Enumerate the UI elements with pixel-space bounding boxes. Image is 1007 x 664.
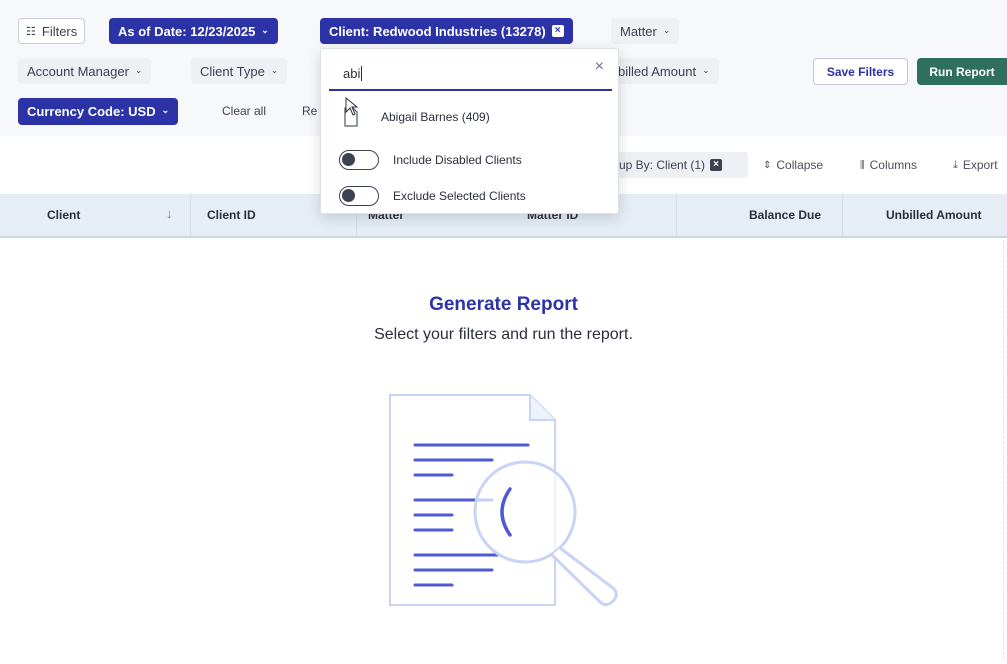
as-of-date-chip[interactable]: As of Date: 12/23/2025 ⌄: [109, 18, 278, 44]
collapse-icon: ⇕: [763, 159, 772, 171]
empty-state-title: Generate Report: [429, 294, 578, 315]
exclude-selected-row: Exclude Selected Clients: [339, 184, 526, 208]
magnifier-handle: [550, 546, 618, 607]
unbilled-amount-label: billed Amount: [618, 63, 697, 79]
search-value: abi: [343, 65, 361, 81]
column-header-label: Client: [47, 208, 81, 222]
exclude-selected-label: Exclude Selected Clients: [393, 189, 526, 203]
mouse-cursor-icon: [345, 97, 359, 116]
column-header-client[interactable]: Client: [47, 194, 80, 236]
document-fold: [529, 395, 555, 421]
chevron-down-icon: ⌄: [134, 64, 143, 75]
reset-link[interactable]: Re: [302, 104, 317, 118]
remove-group-icon[interactable]: ×: [710, 159, 723, 171]
clear-all-link[interactable]: Clear all: [222, 104, 266, 118]
account-manager-label: Account Manager: [27, 63, 129, 79]
chevron-down-icon: ⌄: [702, 64, 710, 75]
chevron-down-icon: ⌄: [261, 24, 269, 35]
column-header-unbilled-amount[interactable]: Unbilled Amount: [886, 194, 982, 236]
run-report-label: Run Report: [929, 64, 995, 79]
column-divider: [676, 194, 677, 236]
text-caret: [361, 65, 363, 81]
magnifier-lens: [473, 460, 577, 564]
currency-code-label: Currency Code: USD: [27, 104, 156, 119]
client-type-chip[interactable]: Client Type ⌄: [191, 58, 288, 84]
column-header-label: Client ID: [207, 208, 256, 222]
matter-label: Matter: [620, 23, 657, 39]
column-divider: [190, 194, 191, 236]
column-divider: [842, 194, 843, 236]
client-chip[interactable]: Client: Redwood Industries (13278) ×: [320, 18, 573, 44]
remove-client-icon[interactable]: ×: [551, 25, 564, 37]
client-option[interactable]: Abigail Barnes (409): [343, 99, 490, 135]
group-by-label: up By: Client (1): [619, 158, 706, 172]
include-disabled-toggle[interactable]: [339, 150, 379, 170]
sliders-icon: ☷: [26, 25, 36, 38]
report-illustration: [389, 394, 618, 607]
download-icon: ⤓: [953, 158, 958, 171]
matter-chip[interactable]: Matter ⌄: [611, 18, 680, 44]
account-manager-chip[interactable]: Account Manager ⌄: [18, 58, 152, 84]
run-report-button[interactable]: Run Report: [917, 58, 1007, 85]
unbilled-amount-chip[interactable]: billed Amount ⌄: [610, 58, 719, 84]
chevron-down-icon: ⌄: [270, 64, 279, 75]
column-header-client-id[interactable]: Client ID: [207, 194, 256, 236]
close-icon[interactable]: ×: [595, 58, 604, 76]
column-header-label: Unbilled Amount: [886, 208, 982, 222]
currency-code-chip[interactable]: Currency Code: USD ⌄: [18, 98, 179, 125]
columns-icon: ⫼: [860, 159, 865, 171]
chevron-down-icon: ⌄: [161, 105, 170, 115]
group-by-chip[interactable]: up By: Client (1) ×: [607, 152, 748, 178]
client-option-label: Abigail Barnes (409): [381, 110, 490, 124]
as-of-date-label: As of Date: 12/23/2025: [118, 23, 256, 39]
collapse-button[interactable]: ⇕ Collapse: [763, 155, 823, 175]
arrow-down-icon[interactable]: ↓: [166, 206, 173, 221]
export-label: Export: [962, 158, 998, 172]
collapse-label: Collapse: [776, 158, 824, 172]
client-chip-label: Client: Redwood Industries (13278): [329, 23, 546, 39]
columns-label: Columns: [869, 158, 917, 172]
save-filters-button[interactable]: Save Filters: [813, 58, 908, 85]
column-header-label: Balance Due: [749, 208, 822, 222]
include-disabled-row: Include Disabled Clients: [339, 148, 522, 172]
client-type-label: Client Type: [200, 63, 265, 79]
save-filters-label: Save Filters: [826, 64, 895, 79]
chevron-down-icon: ⌄: [662, 24, 671, 35]
export-button[interactable]: ⤓ Export: [953, 155, 998, 175]
columns-button[interactable]: ⫼ Columns: [860, 155, 917, 175]
filters-button[interactable]: ☷ Filters: [18, 18, 86, 44]
client-search-input[interactable]: abi: [329, 57, 612, 91]
client-search-dropdown: abi × Abigail Barnes (409) Include Disab…: [320, 48, 619, 214]
include-disabled-label: Include Disabled Clients: [393, 153, 522, 167]
column-header-balance-due[interactable]: Balance Due: [749, 194, 821, 236]
exclude-selected-toggle[interactable]: [339, 186, 379, 206]
filters-label: Filters: [41, 23, 78, 39]
empty-state-subtitle: Select your filters and run the report.: [374, 326, 633, 343]
